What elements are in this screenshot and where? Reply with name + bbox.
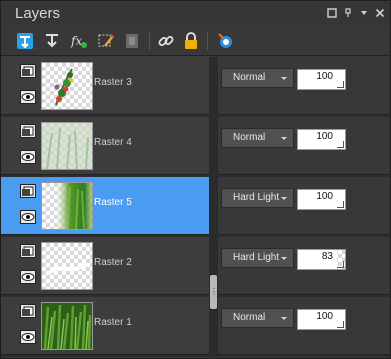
layer-name: Raster 1 — [94, 317, 132, 328]
layers-toolbar: fx — [1, 27, 390, 56]
resize-corner-icon — [337, 321, 344, 328]
layer-thumbnail — [41, 302, 93, 350]
blend-mode-value: Hard Light — [233, 252, 280, 263]
blend-mode-value: Normal — [233, 312, 266, 323]
layer-thumbnail — [41, 182, 93, 230]
visibility-toggle-icon[interactable] — [214, 30, 236, 52]
blend-mode-dropdown[interactable]: Normal — [221, 308, 294, 328]
eye-visibility-icon[interactable] — [20, 330, 36, 344]
resize-corner-icon — [337, 81, 344, 88]
opacity-slider[interactable]: 100 — [297, 189, 346, 210]
chevron-down-icon — [281, 197, 287, 200]
new-vector-layer-icon[interactable] — [41, 30, 63, 52]
chevron-down-icon — [281, 257, 287, 260]
raster-layer-type-icon — [20, 304, 36, 318]
opacity-slider[interactable]: 100 — [297, 309, 346, 330]
pin-icon[interactable] — [342, 7, 354, 19]
opacity-value: 83 — [321, 251, 333, 262]
blend-mode-value: Normal — [233, 132, 266, 143]
layer-thumbnail — [41, 62, 93, 110]
eye-visibility-icon[interactable] — [20, 210, 36, 224]
fx-effects-icon[interactable]: fx — [68, 30, 90, 52]
resize-corner-icon — [337, 201, 344, 208]
opacity-value: 100 — [316, 131, 333, 142]
layer-name: Raster 3 — [94, 77, 132, 88]
layer-name: Raster 5 — [94, 197, 132, 208]
lock-layer-icon[interactable] — [180, 30, 202, 52]
eye-visibility-icon[interactable] — [20, 90, 36, 104]
layer-properties: Hard Light 100 — [218, 177, 390, 234]
opacity-slider[interactable]: 83 — [297, 249, 346, 270]
close-icon[interactable] — [374, 7, 386, 19]
layer-row[interactable]: Raster 4 Normal 100 — [1, 117, 390, 175]
opacity-slider[interactable]: 100 — [297, 69, 346, 90]
panel-title: Layers — [15, 5, 61, 22]
layer-row[interactable]: Raster 2 Hard Light 83 — [1, 237, 390, 295]
raster-layer-type-icon — [20, 64, 36, 78]
layer-row[interactable]: Raster 1 Normal 100 — [1, 297, 390, 355]
layer-properties: Normal 100 — [218, 57, 390, 114]
layers-list: Raster 3 Normal 100 Raster 4 Normal 100 … — [1, 57, 390, 357]
layer-properties: Normal 100 — [218, 297, 390, 354]
restore-icon[interactable] — [326, 7, 338, 19]
window-controls — [326, 7, 386, 19]
raster-layer-type-icon — [20, 124, 36, 138]
link-layers-icon[interactable] — [155, 30, 177, 52]
raster-layer-type-icon — [20, 184, 36, 198]
new-raster-layer-icon[interactable] — [14, 30, 36, 52]
edit-selection-icon[interactable] — [95, 30, 117, 52]
title-bar[interactable]: Layers — [1, 1, 390, 27]
opacity-value: 100 — [316, 191, 333, 202]
opacity-value: 100 — [316, 71, 333, 82]
toolbar-separator — [207, 32, 208, 50]
blend-mode-dropdown[interactable]: Hard Light — [221, 188, 294, 208]
resize-corner-icon — [337, 141, 344, 148]
svg-text:fx: fx — [70, 34, 82, 48]
layer-info[interactable]: Raster 5 — [1, 177, 209, 234]
layer-info[interactable]: Raster 4 — [1, 117, 209, 174]
eye-visibility-icon[interactable] — [20, 150, 36, 164]
toolbar-separator — [149, 32, 150, 50]
layers-palette: Layers fx Raster 3 Normal 100 Raster 4 N… — [0, 0, 391, 359]
layer-name: Raster 2 — [94, 257, 132, 268]
layer-thumbnail — [41, 122, 93, 170]
blend-mode-value: Hard Light — [233, 192, 280, 203]
resize-corner-icon — [337, 261, 344, 268]
layer-name: Raster 4 — [94, 137, 132, 148]
chevron-down-icon — [281, 317, 287, 320]
layer-info[interactable]: Raster 3 — [1, 57, 209, 114]
layer-info[interactable]: Raster 1 — [1, 297, 209, 354]
chevron-down-icon — [281, 77, 287, 80]
blend-mode-value: Normal — [233, 72, 266, 83]
layer-properties: Normal 100 — [218, 117, 390, 174]
opacity-value: 100 — [316, 311, 333, 322]
opacity-slider[interactable]: 100 — [297, 129, 346, 150]
layer-properties: Hard Light 83 — [218, 237, 390, 294]
splitter-grip[interactable]: ⋮ — [210, 275, 218, 309]
blend-mode-dropdown[interactable]: Normal — [221, 128, 294, 148]
column-splitter[interactable]: ⋮ — [209, 57, 218, 357]
layer-row[interactable]: Raster 5 Hard Light 100 — [1, 177, 390, 235]
raster-layer-type-icon — [20, 244, 36, 258]
layer-thumbnail — [41, 242, 93, 290]
menu-arrow-icon[interactable] — [358, 7, 370, 19]
blend-mode-dropdown[interactable]: Normal — [221, 68, 294, 88]
chevron-down-icon — [281, 137, 287, 140]
blend-mode-dropdown[interactable]: Hard Light — [221, 248, 294, 268]
eye-visibility-icon[interactable] — [20, 270, 36, 284]
layer-info[interactable]: Raster 2 — [1, 237, 209, 294]
layer-row[interactable]: Raster 3 Normal 100 — [1, 57, 390, 115]
mask-layer-icon[interactable] — [121, 30, 143, 52]
